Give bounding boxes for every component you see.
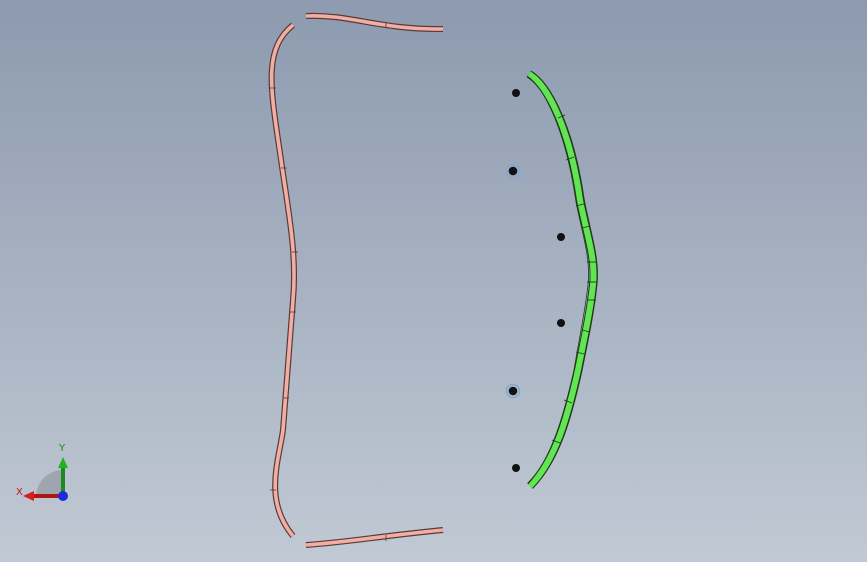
hole-point[interactable] xyxy=(557,319,565,327)
y-axis-label: Y xyxy=(59,443,66,454)
model-scene[interactable] xyxy=(0,0,867,562)
frame-segment-marks xyxy=(270,22,387,541)
frame-part[interactable] xyxy=(268,12,444,548)
arc-part[interactable] xyxy=(526,70,598,489)
coordinate-triad: Y X xyxy=(14,442,74,508)
frame-left-rail[interactable] xyxy=(268,22,298,538)
cad-graphics-viewport[interactable]: Y X xyxy=(0,0,867,562)
hole-point[interactable] xyxy=(512,464,520,472)
hole-point[interactable] xyxy=(512,89,520,97)
hole-point[interactable] xyxy=(557,233,565,241)
x-axis-label: X xyxy=(16,487,23,498)
arc-inner-line xyxy=(526,75,589,485)
hole-points xyxy=(505,89,565,472)
